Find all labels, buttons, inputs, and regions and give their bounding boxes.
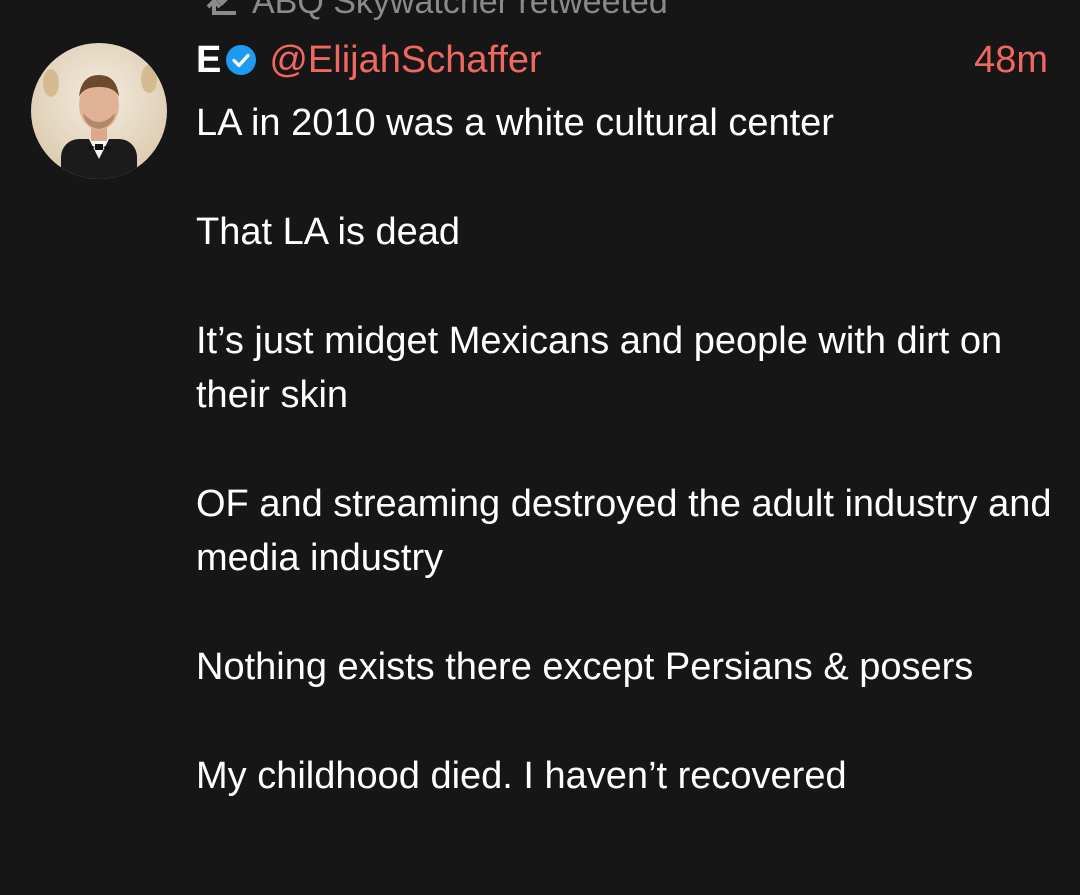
- tweet-paragraph: Nothing exists there except Persians & p…: [196, 646, 974, 688]
- user-handle[interactable]: @ElijahSchaffer: [269, 39, 541, 82]
- tweet-header: E @ElijahSchaffer 48m: [196, 38, 1048, 82]
- tweet-paragraph: LA in 2010 was a white cultural center: [196, 102, 834, 144]
- tweet-text: LA in 2010 was a white cultural center T…: [196, 96, 1056, 803]
- tweet-timestamp[interactable]: 48m: [974, 39, 1048, 82]
- display-name[interactable]: E: [196, 39, 221, 82]
- tweet-paragraph: It’s just midget Mexicans and people wit…: [196, 320, 1003, 416]
- tweet-paragraph: My childhood died. I haven’t recovered: [196, 755, 847, 797]
- tweet-paragraph: That LA is dead: [196, 211, 461, 253]
- retweet-icon: [206, 0, 236, 15]
- avatar[interactable]: [31, 43, 167, 179]
- retweet-label[interactable]: ABQ Skywatcher retweeted: [252, 0, 668, 22]
- tweet-paragraph: OF and streaming destroyed the adult ind…: [196, 483, 1052, 579]
- verified-badge-icon: [226, 45, 257, 75]
- retweet-banner: ABQ Skywatcher retweeted: [196, 0, 668, 22]
